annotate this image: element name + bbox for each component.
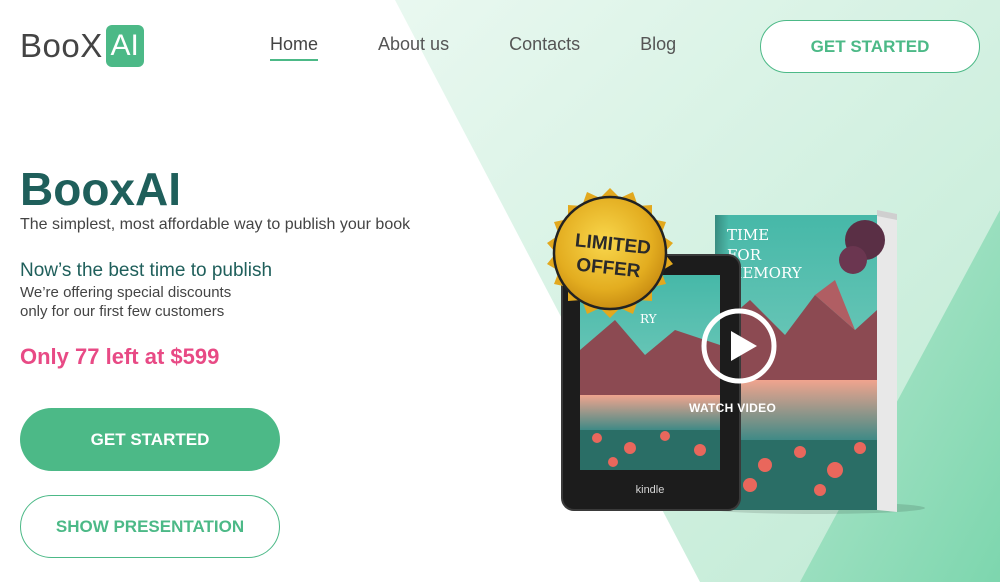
nav-item-blog[interactable]: Blog [640, 34, 676, 61]
offer-text: Only 77 left at $599 [20, 344, 220, 369]
hero-description-line-1: We’re offering special discounts [20, 284, 232, 301]
watch-video-label[interactable]: WATCH VIDEO [689, 401, 776, 415]
hero-description: We’re offering special discounts only fo… [20, 283, 231, 321]
kindle-logo-text: kindle [636, 484, 665, 496]
book-title-line-1: TIME [727, 226, 769, 244]
brand-logo[interactable]: BooX AI [20, 24, 144, 68]
nav-item-contacts[interactable]: Contacts [509, 34, 580, 61]
hero-heading: Now’s the best time to publish [20, 260, 273, 281]
show-presentation-button[interactable]: SHOW PRESENTATION [20, 495, 280, 558]
hero-subtitle: The simplest, most affordable way to pub… [20, 216, 411, 233]
nav-item-about[interactable]: About us [378, 34, 449, 61]
main-nav: Home About us Contacts Blog [270, 34, 736, 61]
nav-item-home[interactable]: Home [270, 34, 319, 61]
get-started-button[interactable]: GET STARTED [20, 408, 280, 471]
play-video-icon[interactable] [700, 307, 778, 385]
hero-description-line-2: only for our first few customers [20, 303, 225, 320]
header-get-started-button[interactable]: GET STARTED [760, 20, 980, 73]
brand-name: BooX [20, 27, 103, 64]
device-screen-text: RY [640, 312, 658, 326]
brand-badge: AI [105, 25, 144, 67]
hero-title: BooxAI [20, 163, 181, 215]
